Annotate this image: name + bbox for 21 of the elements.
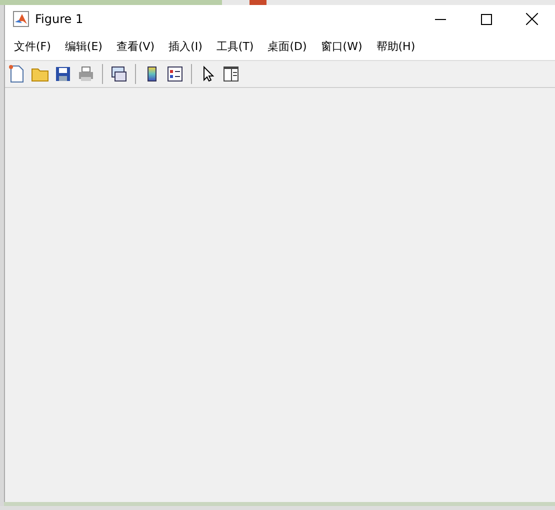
linked-windows-icon <box>109 64 129 84</box>
floppy-disk-button[interactable] <box>53 64 73 84</box>
menu-item[interactable]: 桌面(D) <box>262 39 312 54</box>
printer-button[interactable] <box>76 64 96 84</box>
maximize-icon <box>480 14 492 24</box>
menu-item[interactable]: 插入(I) <box>164 39 208 54</box>
menu-item[interactable]: 工具(T) <box>211 39 259 54</box>
menu-item[interactable]: 编辑(E) <box>60 39 108 54</box>
panel-icon <box>221 64 241 84</box>
menu-item[interactable]: 窗口(W) <box>316 39 368 54</box>
legend-icon <box>165 64 185 84</box>
legend-button[interactable] <box>165 64 185 84</box>
app-logo-icon <box>13 11 29 27</box>
printer-icon <box>76 64 96 84</box>
panel-button[interactable] <box>221 64 241 84</box>
linked-windows-button[interactable] <box>109 64 129 84</box>
menu-item[interactable]: 文件(F) <box>9 39 56 54</box>
close-icon <box>526 13 538 25</box>
menu-item[interactable]: 帮助(H) <box>371 39 420 54</box>
menu-item[interactable]: 查看(V) <box>111 39 160 54</box>
window-title: Figure 1 <box>35 12 84 26</box>
